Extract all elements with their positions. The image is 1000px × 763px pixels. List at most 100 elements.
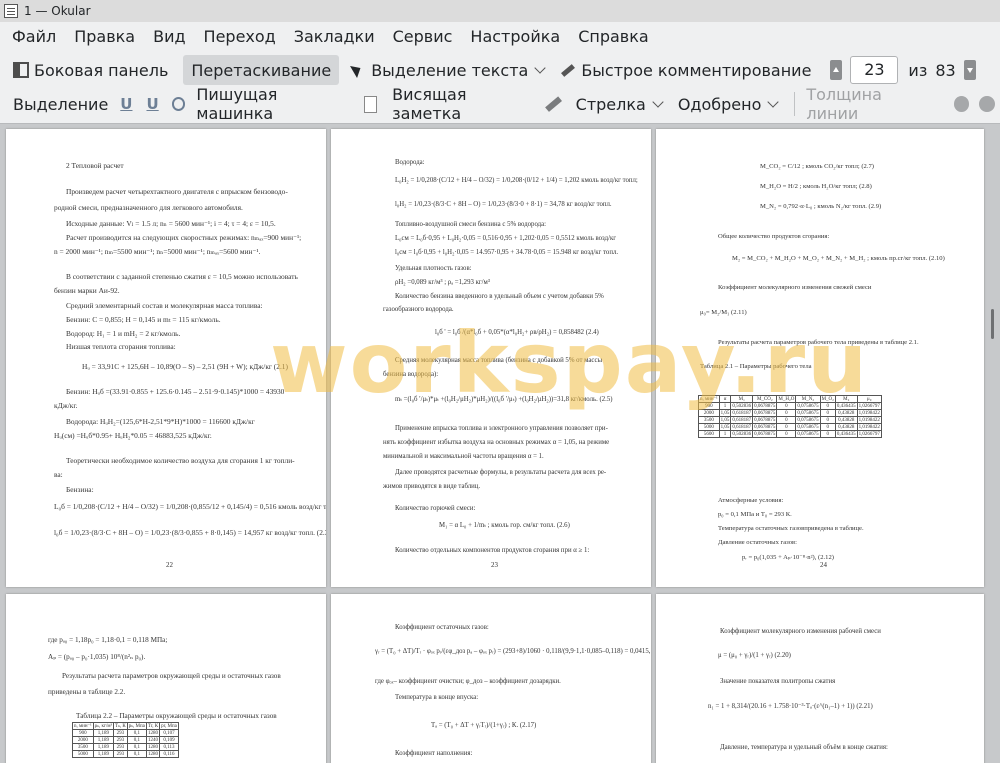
table-cell: 0,43828 (834, 416, 858, 424)
chevron-down-icon[interactable] (534, 62, 546, 74)
table-cell: 0,502836 (730, 430, 754, 438)
sticky-note-label: Висящая заметка (392, 85, 467, 123)
page-text-line: ва: (54, 470, 63, 479)
table-cell: 0,0678875 (752, 423, 778, 431)
page-text-line: μ = (μ₀ + γᵣ)/(1 + γᵣ) (2.20) (718, 652, 791, 659)
document-viewport[interactable]: 2 Тепловой расчет Произведем расчет четыр… (0, 123, 1000, 763)
page-text-line: Таблица 2.1 – Параметры рабочего тела (700, 363, 812, 370)
table-row: 5000 1,05 0,618187 0,0678875 0 0,0758675 0 0,43… (698, 423, 882, 431)
menu-help[interactable]: Справка (569, 22, 658, 52)
page-of-label: из (908, 60, 928, 80)
page-text-line: Общее количество продуктов сгорания: (718, 233, 830, 240)
page-text-line: l₀б ' = l₀б /(α*l₀б + 0,05*(α*l₀H₂+ ρв/ρ… (435, 329, 599, 336)
table-cell: 1,0266797 (856, 402, 882, 410)
table-row: 900 1,189 293 0,1 1280 0,107 (72, 729, 179, 737)
window-title: 1 — Okular (24, 4, 91, 18)
sidebar-toggle-button[interactable]: Боковая панель (8, 55, 173, 85)
table-cell: 0 (776, 430, 797, 438)
page-text-line: l₀б = 1/0,23·(8/3·C + 8H – O) = 1/0,23·(… (54, 528, 326, 537)
quick-comment-button[interactable]: Быстрое комментирование (555, 55, 816, 85)
page-text-line: где φₒₓ– коэффициент очистки; φ_доз – ко… (375, 678, 561, 685)
table-cell: 0 (819, 402, 836, 410)
menu-file[interactable]: Файл (0, 22, 65, 52)
vertical-scrollbar[interactable] (987, 124, 999, 763)
select-text-button[interactable]: Выделение текста (345, 55, 555, 85)
table-cell: 1,05 (718, 423, 732, 431)
previous-page-button[interactable] (830, 60, 843, 80)
document-page-26[interactable]: Коэффициент остаточных газов: γᵣ = (T₀ + … (331, 594, 651, 763)
sticky-note-button[interactable]: Висящая заметка (387, 85, 541, 123)
menu-settings[interactable]: Настройка (461, 22, 569, 52)
underline-icon[interactable]: U (120, 95, 132, 113)
table-cell: 0 (776, 423, 797, 431)
menu-bookmarks[interactable]: Закладки (285, 22, 384, 52)
page-text-line: M₂ = M_CO₂ + M_H₂O + M_O₂ + M_N₂ + M_H₂ … (732, 255, 945, 262)
chevron-down-icon[interactable] (652, 96, 664, 108)
table-cell: 5000 (72, 750, 94, 758)
main-toolbar: Боковая панель Перетаскивание Выделение … (0, 54, 1000, 86)
menu-go[interactable]: Переход (195, 22, 285, 52)
sticky-note-icon[interactable] (363, 95, 378, 113)
page-number-input[interactable]: 23 (850, 56, 899, 84)
table-cell: M_CO₂ (752, 395, 778, 403)
table-cell: Tr, К (145, 722, 161, 730)
next-page-button[interactable] (963, 60, 976, 80)
table-cell: 293 (113, 743, 128, 751)
page-text-line: бензина водорода): (383, 371, 439, 378)
page-text-line: 2 Тепловой расчет (66, 161, 124, 170)
arrow-tool-button[interactable]: Стрелка (571, 89, 673, 119)
document-page-27[interactable]: Коэффициент молекулярного изменения рабо… (656, 594, 984, 763)
table-cell: 0,0678875 (752, 416, 778, 424)
document-page-24[interactable]: M_CO₂ = C/12 ; кмоль CO₂/кг топл; (2.7) M… (656, 129, 984, 587)
drag-mode-button[interactable]: Перетаскивание (183, 55, 340, 85)
table-cell: 0,436435 (834, 402, 858, 410)
page-text-line: ρH₂ =0,089 кг/м³ ; ρₐ =1,293 кг/м³ (395, 279, 490, 286)
menu-view[interactable]: Вид (144, 22, 194, 52)
menu-tools[interactable]: Сервис (384, 22, 462, 52)
approved-stamp-button[interactable]: Одобрено (673, 89, 789, 119)
table-cell: 1280 (145, 750, 161, 758)
page-text-line: Водорода: HᵤH₂=(125,6*H-2,51*9*H)*1000 =… (66, 417, 255, 426)
sidebar-toggle-label: Боковая панель (34, 60, 169, 80)
page-text-line: Количество бензина введенного в удельный… (395, 293, 604, 300)
pen-icon[interactable] (545, 96, 563, 112)
text-cursor-icon (350, 62, 366, 78)
table-cell: pr, Мпа (159, 722, 179, 730)
table-row: n, мин⁻¹ α M₁ M_CO₂ M_H₂O M_N₂ M_O₂ M₂ μ₀ (698, 395, 882, 403)
table-cell: 293 (113, 750, 128, 758)
page-text-line: L₀H₂ = 1/0,208·(C/12 + H/4 – O/32) = 1/0… (395, 177, 638, 184)
page-text-line: Теоретически необходимое количество возд… (66, 456, 295, 465)
document-page-25[interactable]: где pₐ₀ = 1,18p₀ = 1,18·0,1 = 0,118 МПа;… (6, 594, 326, 763)
chevron-down-icon[interactable] (767, 96, 780, 108)
table-cell: 3500 (698, 416, 720, 424)
page-total-label: 83 (935, 60, 956, 80)
page-number: 23 (491, 561, 498, 569)
page-text-line: Результаты расчета параметров окружающей… (62, 672, 281, 680)
table-cell: 0,0758675 (795, 402, 821, 410)
line-width-button[interactable]: Толщина линии (801, 85, 940, 123)
table-cell: 0,0678875 (752, 402, 778, 410)
table-cell: 0,618187 (730, 409, 754, 417)
squiggle-underline-icon[interactable]: U (146, 95, 158, 113)
page-text-line: Коэффициент остаточных газов: (395, 624, 489, 631)
selection-tool-button[interactable]: Выделение (8, 89, 113, 119)
typewriter-button[interactable]: Пишущая машинка (191, 85, 359, 123)
page-text-line: Aₚ = (pₐ₀ – p₀·1,035) 10⁸/(n²ₙ p₀). (48, 653, 146, 661)
opacity-icon[interactable] (979, 96, 995, 112)
document-page-22[interactable]: 2 Тепловой расчет Произведем расчет четыр… (6, 129, 326, 587)
table-cell: 900 (698, 402, 720, 410)
stamp-icon[interactable] (171, 97, 186, 111)
color-icon[interactable] (953, 96, 970, 112)
page-text-line: Применение впрыска топлива и электронног… (395, 425, 608, 432)
annotation-toolbar: Выделение U U Пишущая машинка Висящая за… (0, 85, 1000, 123)
menu-edit[interactable]: Правка (65, 22, 144, 52)
page-text-line: Коэффициент молекулярного изменения рабо… (720, 628, 881, 635)
scrollbar-thumb[interactable] (991, 309, 994, 339)
page-text-line: Температура в конце впуска: (395, 694, 479, 701)
table-cell: 293 (113, 729, 128, 737)
window-titlebar[interactable]: 1 — Okular (0, 0, 1000, 22)
table-cell: 0,618187 (730, 423, 754, 431)
page-text-line: Атмосферные условия: (718, 497, 784, 504)
document-page-23[interactable]: Водорода: L₀H₂ = 1/0,208·(C/12 + H/4 – O/… (331, 129, 651, 587)
page-number: 24 (820, 561, 827, 569)
